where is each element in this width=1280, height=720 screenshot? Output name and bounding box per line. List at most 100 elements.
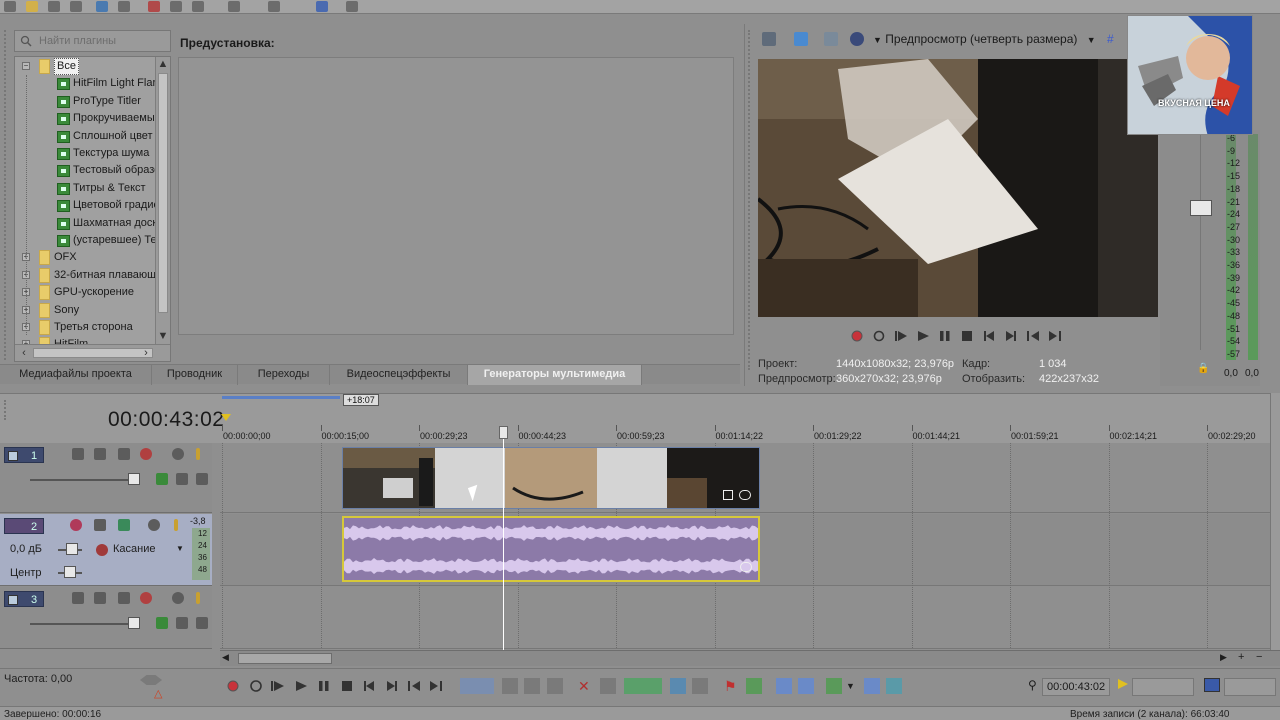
parent-compositing-icon[interactable] — [118, 592, 130, 604]
tree-vertical-scrollbar[interactable]: ▲ ▼ — [155, 57, 170, 344]
tab-explorer[interactable]: Проводник — [152, 365, 238, 385]
mute-icon[interactable] — [148, 519, 160, 531]
record-icon[interactable] — [850, 329, 864, 343]
track-lane-3[interactable] — [220, 587, 1270, 649]
tree-folder-item[interactable]: +32-битная плавающая — [15, 267, 168, 284]
enable-snapping-icon[interactable] — [776, 678, 792, 694]
automation-mode-dropdown[interactable]: Касание — [113, 543, 155, 555]
expand-keyframes-icon[interactable] — [176, 473, 188, 485]
tab-media-generators[interactable]: Генераторы мультимедиа — [468, 365, 642, 385]
scroll-up-icon[interactable]: ▲ — [156, 57, 170, 71]
solo-icon[interactable] — [196, 592, 200, 604]
playhead-handle[interactable] — [499, 426, 508, 439]
expand-keyframes-icon[interactable] — [176, 617, 188, 629]
track-header-2[interactable]: 2 -3,8 12 24 36 48 0,0 дБ Касание ▼ Цент… — [0, 514, 212, 586]
collapse-keyframes-icon[interactable] — [196, 473, 208, 485]
composite-mode-icon[interactable] — [94, 448, 106, 460]
tab-video-fx[interactable]: Видеоспецэффекты — [330, 365, 468, 385]
trim-icon[interactable] — [600, 678, 616, 694]
auto-ripple-icon[interactable] — [826, 678, 842, 694]
new-project-icon[interactable] — [4, 1, 16, 12]
tree-folder-item[interactable]: + Третья сторона — [15, 319, 156, 336]
lock-icon[interactable] — [692, 678, 708, 694]
play-from-start-icon[interactable] — [270, 678, 286, 694]
video-event-clip[interactable] — [342, 447, 760, 509]
tree-plugin-item[interactable]: Прокручиваемые — [15, 110, 161, 127]
playhead-cursor[interactable] — [503, 428, 504, 650]
tree-plugin-item[interactable]: Тестовый образец — [15, 162, 167, 179]
master-fader[interactable] — [1190, 200, 1212, 216]
open-folder-icon[interactable] — [26, 1, 38, 12]
track-fx-icon[interactable] — [140, 592, 152, 604]
scroll-thumb[interactable] — [33, 348, 153, 358]
selection-start-field[interactable] — [1132, 678, 1194, 696]
previous-frame-icon[interactable] — [406, 678, 422, 694]
stop-icon[interactable] — [339, 678, 355, 694]
parent-compositing-icon[interactable] — [118, 448, 130, 460]
tree-folder-item[interactable]: − Все — [15, 58, 156, 75]
copy-icon[interactable] — [170, 1, 182, 12]
go-to-start-icon[interactable] — [361, 678, 377, 694]
tree-plugin-item[interactable]: Цветовой градиент — [15, 197, 170, 214]
auto-crossfade-icon[interactable] — [798, 678, 814, 694]
loop-region-bar[interactable] — [222, 396, 340, 399]
loop-playback-icon[interactable] — [872, 329, 886, 343]
timeline-ruler[interactable]: 00:00:00;00 00:00:15;00 00:00:29;23 00:00:4… — [222, 425, 1272, 443]
mute-icon[interactable] — [172, 448, 184, 460]
scroll-right-icon[interactable]: ▶ — [1220, 652, 1227, 663]
tree-plugin-item[interactable]: (устаревшее) Текст — [15, 232, 170, 249]
timeline-timecode[interactable]: 00:00:43:02 — [108, 408, 224, 432]
selection-length-field[interactable] — [1224, 678, 1276, 696]
tab-transitions[interactable]: Переходы — [238, 365, 330, 385]
marker-flag-icon[interactable] — [221, 414, 231, 421]
collapse-icon[interactable]: − — [22, 62, 30, 70]
event-fx-icon[interactable] — [740, 562, 752, 572]
solo-icon[interactable] — [174, 519, 178, 531]
split-icon[interactable] — [670, 678, 686, 694]
tree-folder-item[interactable]: + OFX — [15, 249, 156, 266]
go-to-end-icon[interactable] — [384, 678, 400, 694]
scroll-right-icon[interactable]: › — [139, 346, 153, 360]
timeline-vertical-scrollbar[interactable] — [1270, 393, 1280, 663]
ignore-grouping-icon[interactable] — [886, 678, 902, 694]
track-motion-icon[interactable] — [72, 592, 84, 604]
insert-marker-icon[interactable]: ⚑ — [724, 678, 740, 694]
automation-settings-icon[interactable] — [96, 544, 108, 556]
properties-icon[interactable] — [118, 1, 130, 12]
audio-event-clip[interactable] — [342, 516, 760, 582]
record-icon[interactable] — [225, 678, 241, 694]
undo-icon[interactable] — [228, 1, 240, 12]
tree-plugin-item[interactable]: Титры & Текст — [15, 180, 156, 197]
insert-region-icon[interactable] — [746, 678, 762, 694]
preview-properties-icon[interactable] — [762, 32, 776, 46]
tree-plugin-item[interactable]: Шахматная доска — [15, 215, 164, 232]
track-fx-icon[interactable] — [118, 519, 130, 531]
go-to-end-icon[interactable] — [1004, 329, 1018, 343]
chevron-down-icon[interactable]: ▼ — [846, 678, 862, 694]
next-frame-icon[interactable] — [428, 678, 444, 694]
generator-icon[interactable] — [156, 617, 168, 629]
plugin-tree[interactable]: − Все HitFilm Light Flares ProType Titler Пр… — [14, 56, 171, 362]
zoom-out-icon[interactable]: − — [1256, 651, 1262, 663]
envelope-edit-tool-icon[interactable] — [502, 678, 518, 694]
volume-slider[interactable] — [66, 543, 78, 555]
selection-edit-tool-icon[interactable] — [524, 678, 540, 694]
tree-folder-item[interactable]: + GPU-ускорение — [15, 284, 156, 301]
save-as-icon[interactable] — [70, 1, 82, 12]
solo-icon[interactable] — [196, 448, 200, 460]
save-icon[interactable] — [48, 1, 60, 12]
play-icon[interactable] — [293, 678, 309, 694]
help-icon[interactable] — [346, 1, 358, 12]
paste-icon[interactable] — [192, 1, 204, 12]
normal-edit-tool-icon[interactable] — [460, 678, 494, 694]
track-header-1[interactable]: 1 — [0, 443, 212, 513]
trim-start-end-icon[interactable] — [624, 678, 662, 694]
event-pan-crop-icon[interactable] — [723, 490, 733, 500]
composite-level-slider[interactable] — [128, 473, 140, 485]
preview-quality-dropdown[interactable]: ▼ Предпросмотр (четверть размера) ▼ # — [873, 32, 1114, 46]
split-screen-icon[interactable] — [850, 32, 864, 46]
previous-frame-icon[interactable] — [1026, 329, 1040, 343]
tree-horizontal-scrollbar[interactable]: ‹ › — [15, 344, 170, 361]
cursor-time-field[interactable]: 00:00:43:02 — [1042, 678, 1110, 696]
tab-project-media[interactable]: Медиафайлы проекта — [0, 365, 152, 385]
